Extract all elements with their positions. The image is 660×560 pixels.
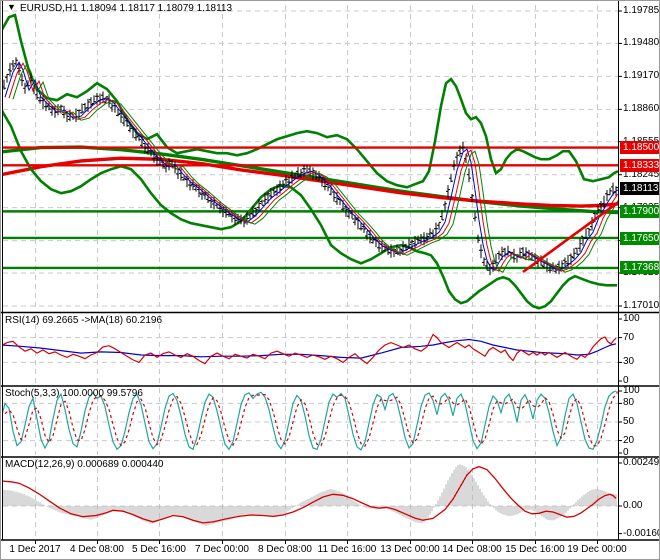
axis-tick-label: 100 xyxy=(623,313,640,324)
time-axis-label: 4 Dec 08:00 xyxy=(70,544,124,555)
ma-mid-red xyxy=(8,62,618,272)
time-axis-label: 5 Dec 16:00 xyxy=(132,544,186,555)
stoch-indicator-label: Stoch(5,3,3) 100.0000 99.5796 xyxy=(5,388,143,399)
chart-canvas[interactable] xyxy=(1,1,660,560)
axis-tick-label: 100 xyxy=(623,385,640,396)
axis-tick-label: 30 xyxy=(623,356,635,368)
chart-window: ▼ EURUSD,H1 1.18094 1.18117 1.18079 1.18… xyxy=(0,0,660,560)
macd-indicator-label: MACD(12,26,9) 0.000689 0.000440 xyxy=(5,459,164,470)
time-axis-label: 8 Dec 08:00 xyxy=(258,544,312,555)
axis-tick-label: -0.001601 xyxy=(623,527,659,539)
axis-tick-label: 1.19480 xyxy=(623,37,660,49)
time-axis-label: 15 Dec 16:00 xyxy=(505,544,565,555)
axis-tick-label: 70 xyxy=(623,331,635,343)
price-badge-1.18500[interactable]: 1.18500 xyxy=(620,141,659,155)
time-axis-label: 19 Dec 00:00 xyxy=(567,544,627,555)
price-badge-1.18113: 1.18113 xyxy=(620,182,659,196)
axis-tick-label: 1.19170 xyxy=(623,70,660,82)
chart-title-ohlc: EURUSD,H1 1.18094 1.18117 1.18079 1.1811… xyxy=(20,3,233,14)
axis-tick-label: 0.00 xyxy=(623,500,643,511)
time-axis-label: 7 Dec 00:00 xyxy=(195,544,249,555)
price-badge-1.18333[interactable]: 1.18333 xyxy=(620,158,659,172)
rsi-indicator-label: RSI(14) 69.2665 ->MA(18) 60.2196 xyxy=(5,315,163,326)
time-axis-label: 13 Dec 00:00 xyxy=(380,544,440,555)
axis-tick-label: 80 xyxy=(623,397,635,409)
time-axis-label: 14 Dec 08:00 xyxy=(442,544,502,555)
macd-signal-line xyxy=(3,465,617,524)
chart-shift-marker-icon[interactable]: ▼ xyxy=(7,2,16,12)
axis-tick-label: 20 xyxy=(623,434,635,446)
axis-tick-label: 1.19785 xyxy=(623,5,660,16)
rsi-line xyxy=(3,333,617,365)
axis-tick-label: 1.18860 xyxy=(623,103,660,115)
price-badge-1.17650[interactable]: 1.17650 xyxy=(620,231,659,245)
stoch-d-line xyxy=(4,391,618,448)
macd-histogram xyxy=(3,464,617,526)
time-axis-label: 1 Dec 2017 xyxy=(9,544,61,555)
axis-tick-label: 1.17010 xyxy=(623,300,660,311)
price-badge-1.17368[interactable]: 1.17368 xyxy=(620,261,659,275)
bollinger-lower-band xyxy=(3,110,617,310)
axis-tick-label: 0.002491 xyxy=(623,457,660,468)
price-badge-1.17900[interactable]: 1.17900 xyxy=(620,204,659,218)
rsi-ma-line xyxy=(3,338,617,359)
time-axis-label: 11 Dec 16:00 xyxy=(317,544,377,555)
axis-tick-label: 50 xyxy=(623,416,635,427)
